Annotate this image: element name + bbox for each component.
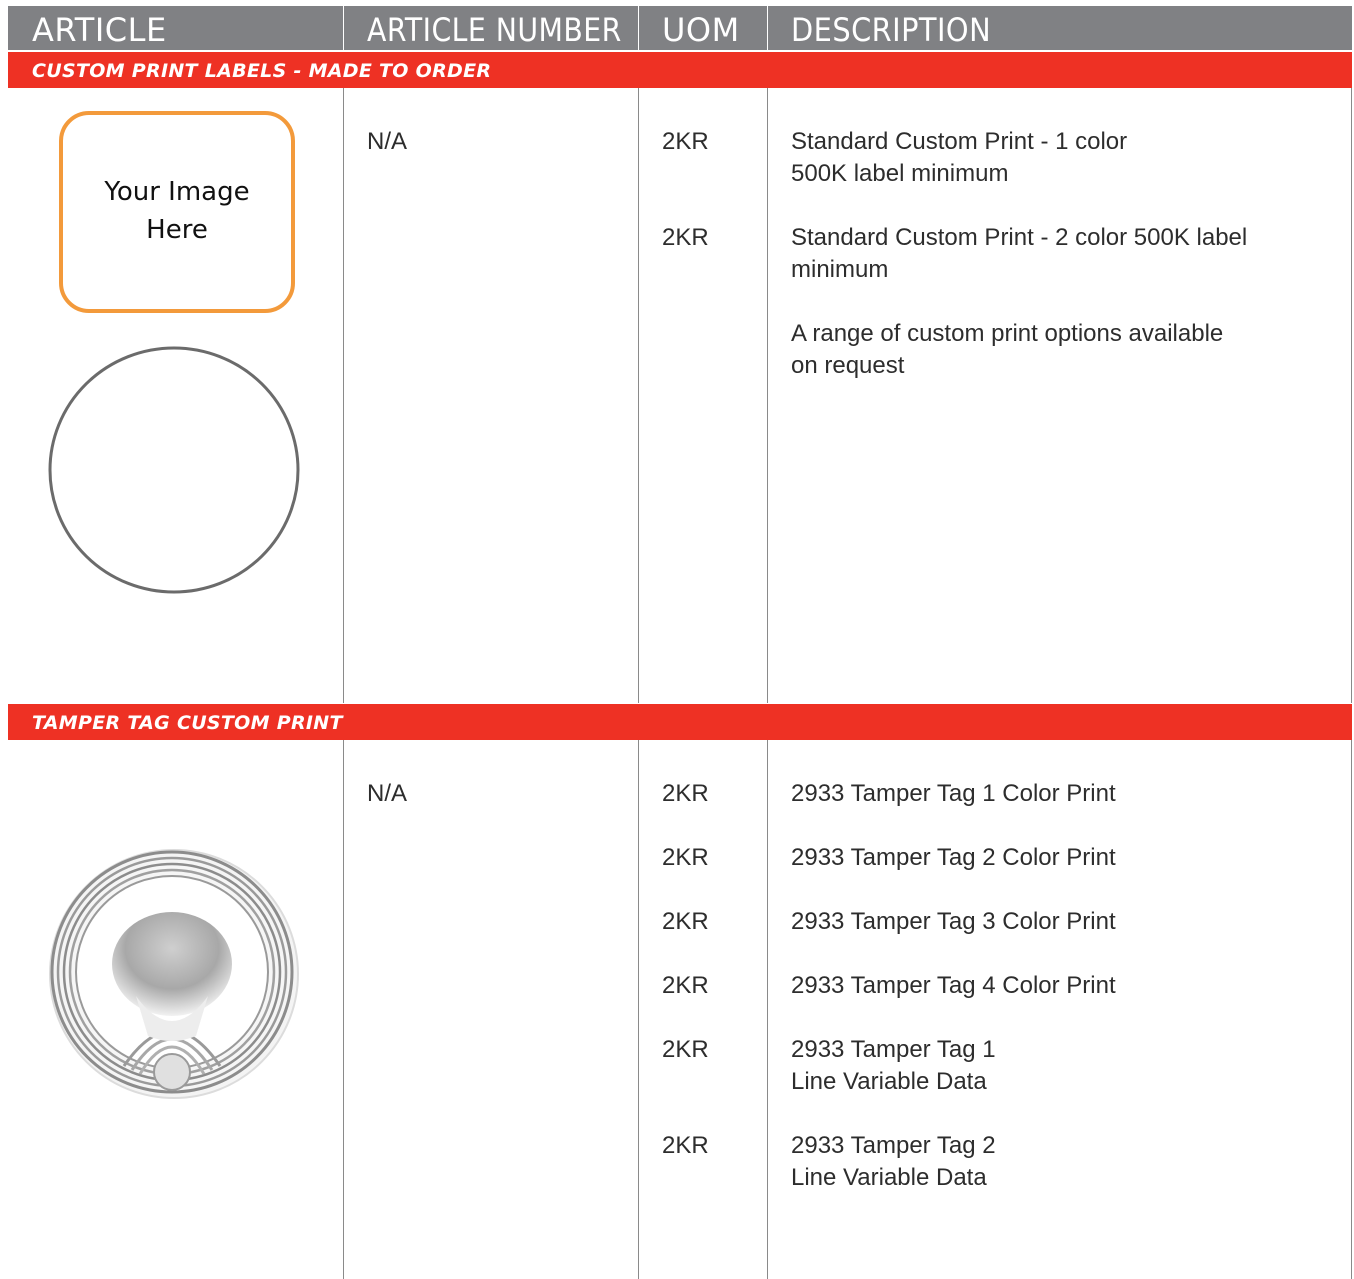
header-divider — [638, 6, 639, 50]
uom-value: 2KR — [662, 1132, 709, 1159]
header-article-number: ARTICLE NUMBER — [367, 11, 622, 49]
description-line: Line Variable Data — [791, 1164, 987, 1191]
uom-value: 2KR — [662, 128, 709, 155]
section-bar-custom-print: CUSTOM PRINT LABELS - MADE TO ORDER — [8, 52, 1352, 88]
placeholder-line-1: Your Image — [104, 177, 250, 207]
description-line: 2933 Tamper Tag 1 Color Print — [791, 780, 1116, 807]
section-title: CUSTOM PRINT LABELS - MADE TO ORDER — [32, 60, 492, 82]
description-line: on request — [791, 352, 905, 379]
column-divider — [767, 88, 768, 703]
uom-value: 2KR — [662, 1036, 709, 1063]
description-line: 2933 Tamper Tag 4 Color Print — [791, 972, 1116, 999]
description-line: Standard Custom Print - 1 color — [791, 128, 1128, 155]
description-line: 2933 Tamper Tag 3 Color Print — [791, 908, 1116, 935]
description-line: minimum — [791, 256, 889, 283]
article-number: N/A — [367, 128, 408, 155]
description-item: Standard Custom Print - 1 color 500K lab… — [791, 126, 1127, 190]
header-article: ARTICLE — [32, 11, 167, 49]
description-line: 2933 Tamper Tag 1 — [791, 1036, 996, 1063]
description-line: Line Variable Data — [791, 1068, 987, 1095]
uom-value: 2KR — [662, 972, 709, 999]
image-placeholder-icon: Your Image Here — [59, 111, 295, 313]
section-title: TAMPER TAG CUSTOM PRINT — [32, 712, 343, 734]
description-line: Standard Custom Print - 2 color 500K lab… — [791, 224, 1248, 251]
article-number: N/A — [367, 780, 408, 807]
column-divider — [1351, 740, 1352, 1279]
header-description: DESCRIPTION — [791, 11, 992, 49]
description-line: 2933 Tamper Tag 2 Color Print — [791, 844, 1116, 871]
uom-value: 2KR — [662, 844, 709, 871]
circle-label-icon — [48, 346, 300, 594]
column-divider — [1351, 88, 1352, 703]
section-bar-tamper-tag: TAMPER TAG CUSTOM PRINT — [8, 704, 1352, 740]
rfid-tamper-tag-icon — [49, 849, 299, 1099]
description-item: Standard Custom Print - 2 color 500K lab… — [791, 222, 1247, 286]
uom-value: 2KR — [662, 780, 709, 807]
description-item: 2933 Tamper Tag 1 Line Variable Data — [791, 1034, 996, 1098]
column-divider — [343, 740, 344, 1279]
description-line: 500K label minimum — [791, 160, 1009, 187]
table-header: ARTICLE ARTICLE NUMBER UOM DESCRIPTION — [8, 6, 1352, 50]
column-divider — [767, 740, 768, 1279]
placeholder-line-2: Here — [146, 215, 208, 245]
column-divider — [638, 88, 639, 703]
header-divider — [767, 6, 768, 50]
header-divider — [343, 6, 344, 50]
description-line: 2933 Tamper Tag 2 — [791, 1132, 996, 1159]
description-item: 2933 Tamper Tag 2 Line Variable Data — [791, 1130, 996, 1194]
column-divider — [638, 740, 639, 1279]
uom-value: 2KR — [662, 224, 709, 251]
description-item: A range of custom print options availabl… — [791, 318, 1223, 382]
header-uom: UOM — [662, 11, 740, 49]
column-divider — [343, 88, 344, 703]
uom-value: 2KR — [662, 908, 709, 935]
description-line: A range of custom print options availabl… — [791, 320, 1224, 347]
